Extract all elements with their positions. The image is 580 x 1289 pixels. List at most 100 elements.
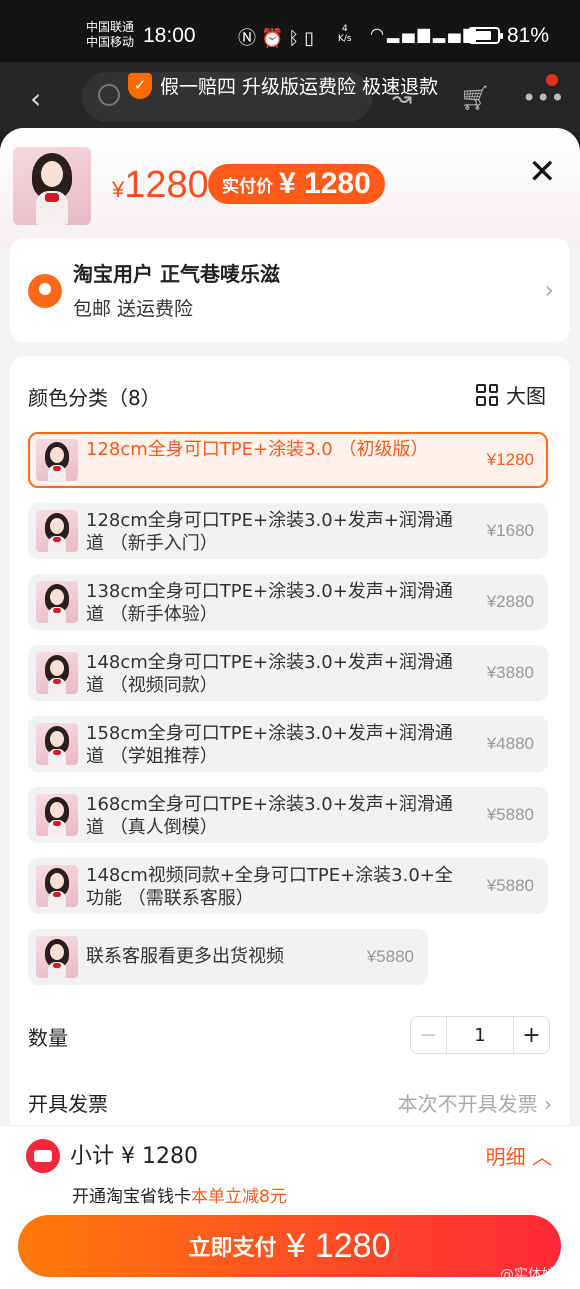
- option-item[interactable]: 138cm全身可口TPE+涂装3.0+发声+润滑通道 （新手体验） ¥2880: [28, 574, 548, 630]
- option-price: ¥1280: [486, 450, 534, 469]
- product-price: ¥1280: [112, 164, 209, 207]
- search-icon: [98, 84, 120, 106]
- paid-label: 实付价: [222, 176, 273, 197]
- savecard-text: 开通淘宝省钱卡: [72, 1187, 191, 1207]
- status-time: 18:00: [143, 24, 196, 47]
- checkout-footer: 小计 ¥ 1280 明细 ︿ 开通淘宝省钱卡本单立减8元 立即支付 ¥ 1280…: [0, 1125, 580, 1289]
- paid-price-badge: 实付价 ¥ 1280: [208, 164, 385, 204]
- option-item[interactable]: 128cm全身可口TPE+涂装3.0 （初级版） ¥1280: [28, 432, 548, 488]
- carrier-2: 中国移动: [86, 35, 135, 49]
- pay-value: ¥ 1280: [286, 1226, 391, 1265]
- paid-value: ¥ 1280: [279, 167, 371, 200]
- detail-label: 明细: [485, 1145, 526, 1169]
- option-thumbnail: [36, 723, 78, 765]
- option-thumbnail: [36, 652, 78, 694]
- option-item[interactable]: 168cm全身可口TPE+涂装3.0+发声+润滑通道 （真人倒模） ¥5880: [28, 787, 548, 843]
- signal-icon: ▂▄▆: [386, 24, 433, 43]
- option-thumbnail: [36, 439, 78, 481]
- option-item[interactable]: 148cm视频同款+全身可口TPE+涂装3.0+全功能 （需联系客服） ¥588…: [28, 858, 548, 914]
- address-name: 淘宝用户 正气巷唛乐滋: [73, 262, 280, 286]
- increase-button[interactable]: +: [513, 1017, 549, 1053]
- notification-dot: [546, 74, 558, 86]
- savecard-promo[interactable]: 开通淘宝省钱卡本单立减8元: [72, 1182, 287, 1207]
- option-name: 168cm全身可口TPE+涂装3.0+发声+润滑通道 （真人倒模）: [86, 794, 453, 838]
- battery-level: [472, 31, 492, 40]
- wifi-icon: ◠: [370, 24, 387, 43]
- more-icon[interactable]: •••: [522, 84, 564, 112]
- option-price: ¥3880: [486, 663, 534, 682]
- product-thumbnail[interactable]: [13, 147, 91, 225]
- detail-toggle[interactable]: 明细 ︿: [486, 1141, 552, 1170]
- quantity-stepper: − 1 +: [410, 1016, 550, 1054]
- price-symbol: ¥: [112, 177, 125, 202]
- doll-figure: [32, 153, 72, 225]
- option-item[interactable]: 158cm全身可口TPE+涂装3.0+发声+润滑通道 （学姐推荐） ¥4880: [28, 716, 548, 772]
- alarm-icon: ⏰: [261, 28, 289, 49]
- page-header: ‹ ✓ 假一赔四 升级版运费险 极速退款 ↝ 🛒︎ •••: [0, 62, 580, 132]
- carrier-1: 中国联通: [86, 20, 135, 34]
- option-name: 128cm全身可口TPE+涂装3.0+发声+润滑通道 （新手入门）: [86, 510, 453, 554]
- option-price: ¥5880: [486, 876, 534, 895]
- subtotal: 小计 ¥ 1280: [70, 1144, 198, 1169]
- option-thumbnail: [36, 581, 78, 623]
- quantity-value[interactable]: 1: [447, 1017, 513, 1053]
- sku-sheet: ¥1280 实付价 ¥ 1280 ✕ 淘宝用户 正气巷唛乐滋 包邮 送运费险 ›…: [0, 128, 580, 1125]
- option-item[interactable]: 128cm全身可口TPE+涂装3.0+发声+润滑通道 （新手入门） ¥1680: [28, 503, 548, 559]
- big-view-button[interactable]: 大图: [476, 380, 546, 409]
- option-price: ¥5880: [366, 947, 414, 966]
- shipping-info: 包邮 送运费险: [73, 298, 194, 320]
- invoice-label: 开具发票: [28, 1092, 108, 1116]
- back-icon[interactable]: ‹: [30, 82, 41, 115]
- vibrate-icon: ▯: [304, 28, 320, 49]
- pay-now-button[interactable]: 立即支付 ¥ 1280: [18, 1215, 561, 1277]
- chevron-up-icon: ︿: [532, 1145, 552, 1169]
- option-item[interactable]: 148cm全身可口TPE+涂装3.0+发声+润滑通道 （视频同款） ¥3880: [28, 645, 548, 701]
- option-name: 138cm全身可口TPE+涂装3.0+发声+润滑通道 （新手体验）: [86, 581, 453, 625]
- grid-icon: [476, 383, 498, 406]
- option-price: ¥2880: [486, 592, 534, 611]
- shield-icon: ✓: [128, 72, 152, 99]
- net-speed: 4 K/s: [338, 24, 352, 44]
- signal-icons: ◠▂▄▆▂▄▆: [370, 24, 479, 43]
- big-view-label: 大图: [506, 384, 546, 408]
- option-price: ¥1680: [486, 521, 534, 540]
- status-icons: Ⓝ⏰ᛒ▯: [238, 24, 319, 50]
- status-bar: 中国联通 中国移动 18:00 Ⓝ⏰ᛒ▯ 4 K/s ◠▂▄▆▂▄▆ 81%: [0, 0, 580, 62]
- watermark: @实体娃娃: [500, 1267, 570, 1283]
- battery-text: 81%: [507, 24, 550, 47]
- options-card: 颜色分类（8） 大图 128cm全身可口TPE+涂装3.0 （初级版） ¥128…: [10, 356, 570, 1125]
- option-name: 158cm全身可口TPE+涂装3.0+发声+润滑通道 （学姐推荐）: [86, 723, 453, 767]
- share-icon[interactable]: ↝: [392, 84, 412, 112]
- option-price: ¥4880: [486, 734, 534, 753]
- options-title: 颜色分类（8）: [28, 386, 161, 410]
- option-price: ¥5880: [486, 805, 534, 824]
- coupon-icon: [26, 1139, 60, 1173]
- decrease-button[interactable]: −: [411, 1017, 447, 1053]
- price-value: 1280: [124, 164, 209, 206]
- invoice-selector[interactable]: 本次不开具发票 ›: [398, 1088, 552, 1117]
- option-thumbnail: [36, 865, 78, 907]
- invoice-value: 本次不开具发票: [397, 1092, 538, 1116]
- chevron-right-icon: ›: [544, 276, 554, 304]
- option-thumbnail: [36, 510, 78, 552]
- cart-icon[interactable]: 🛒︎: [460, 84, 490, 112]
- net-speed-value: 4: [341, 24, 348, 34]
- option-name: 128cm全身可口TPE+涂装3.0 （初级版）: [86, 439, 429, 460]
- quantity-label: 数量: [28, 1026, 68, 1050]
- option-name: 148cm视频同款+全身可口TPE+涂装3.0+全功能 （需联系客服）: [86, 865, 453, 909]
- battery-icon: [468, 27, 503, 44]
- savecard-highlight: 本单立减8元: [191, 1187, 287, 1207]
- option-name: 联系客服看更多出货视频: [86, 946, 284, 967]
- option-item[interactable]: 联系客服看更多出货视频 ¥5880: [28, 929, 428, 985]
- option-name: 148cm全身可口TPE+涂装3.0+发声+润滑通道 （视频同款）: [86, 652, 453, 696]
- carrier-info: 中国联通 中国移动: [86, 20, 134, 50]
- pay-label: 立即支付: [188, 1236, 277, 1261]
- nfc-icon: Ⓝ: [238, 28, 261, 49]
- close-icon[interactable]: ✕: [528, 152, 557, 192]
- option-thumbnail: [36, 794, 78, 836]
- chevron-right-icon: ›: [544, 1092, 552, 1116]
- location-pin-icon: [28, 274, 62, 308]
- address-card[interactable]: 淘宝用户 正气巷唛乐滋 包邮 送运费险 ›: [10, 238, 570, 342]
- option-thumbnail: [36, 936, 78, 978]
- net-speed-unit: K/s: [338, 34, 352, 44]
